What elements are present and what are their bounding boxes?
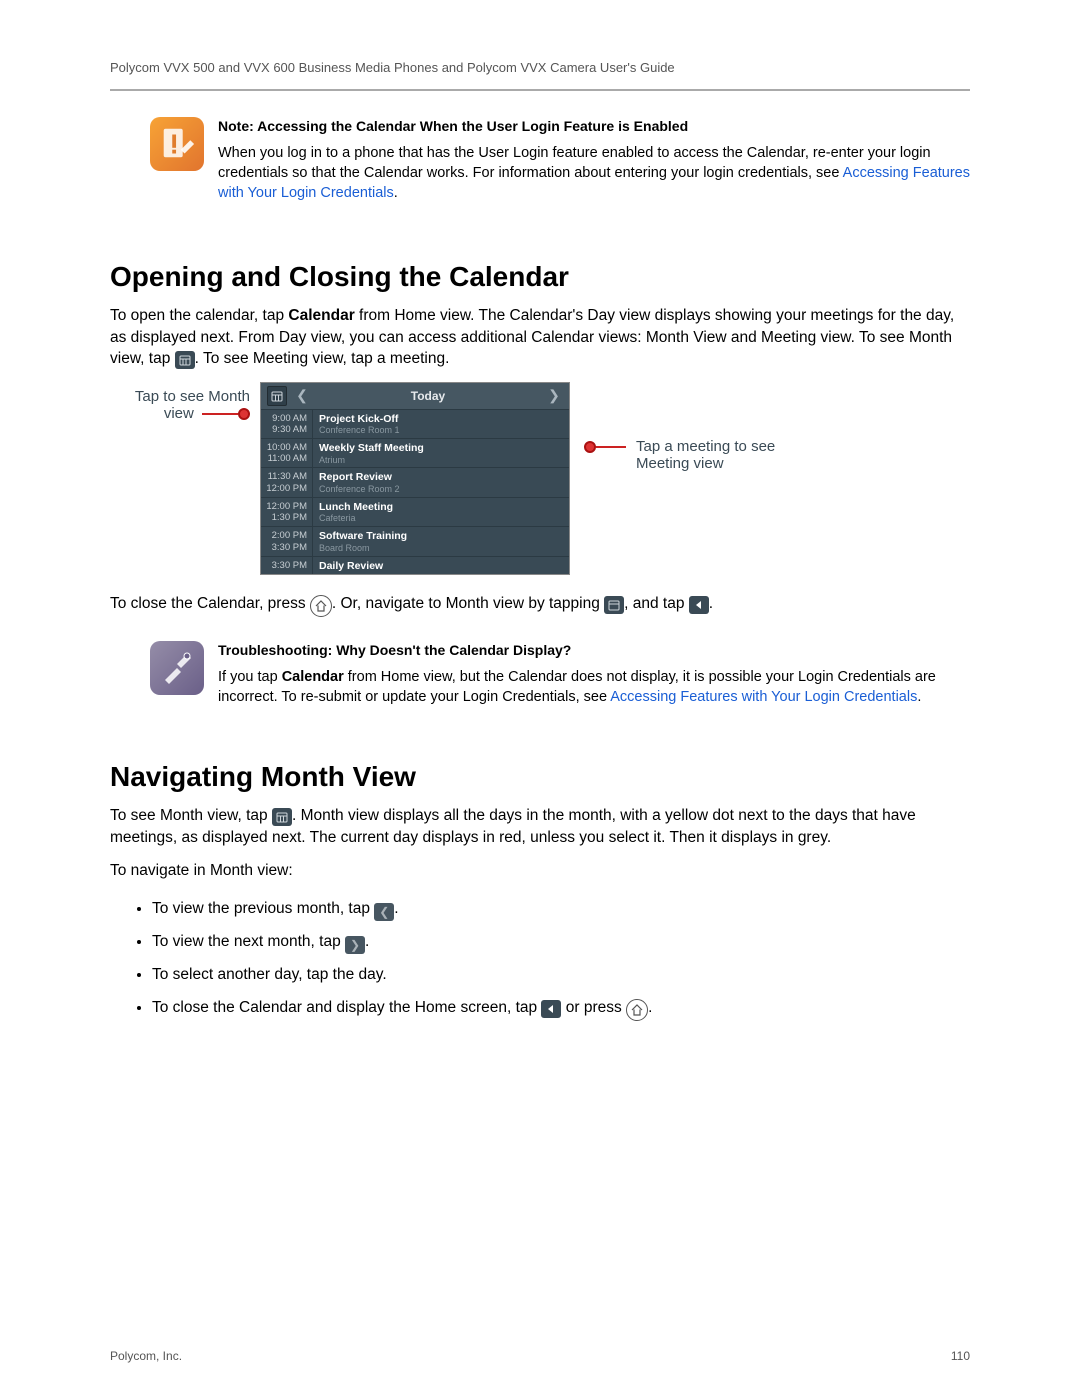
ev-end: 11:00 AM (261, 453, 307, 464)
ev-title: Daily Review (319, 560, 563, 573)
page-header-title: Polycom VVX 500 and VVX 600 Business Med… (110, 60, 970, 75)
close-pre: To close the Calendar, press (110, 595, 310, 612)
chevron-left-icon: ❮ (374, 903, 394, 921)
ev-loc: Atrium (319, 455, 563, 466)
ev-title: Weekly Staff Meeting (319, 442, 563, 455)
section-2-p1: To see Month view, tap . Month view disp… (110, 805, 970, 848)
list-item[interactable]: 12:00 PM1:30 PM Lunch MeetingCafeteria (261, 497, 569, 526)
right-callout-text: Tap a meeting to see Meeting view (636, 438, 816, 472)
next-day-icon[interactable]: ❯ (545, 387, 563, 404)
ev-start: 12:00 PM (261, 501, 307, 512)
list-item: To view the next month, tap ❯. (152, 926, 970, 957)
left-callout-text: Tap to see Month view (135, 388, 250, 422)
trouble-link[interactable]: Accessing Features with Your Login Crede… (610, 689, 917, 705)
note-warning-icon (150, 117, 204, 171)
ev-title: Lunch Meeting (319, 501, 563, 514)
home-icon (626, 999, 648, 1021)
note-block: Note: Accessing the Calendar When the Us… (110, 117, 970, 203)
note-body-post: . (394, 185, 398, 201)
s1-p1-post: . To see Meeting view, tap a meeting. (195, 350, 450, 367)
list-item: To view the previous month, tap ❮. (152, 893, 970, 924)
tools-icon (150, 641, 204, 695)
prev-day-icon[interactable]: ❮ (293, 387, 311, 404)
s1-p1-pre: To open the calendar, tap (110, 307, 288, 324)
ev-start: 11:30 AM (261, 471, 307, 482)
nav-intro: To navigate in Month view: (110, 860, 970, 881)
note-title: Note: Accessing the Calendar When the Us… (218, 117, 970, 137)
footer-left: Polycom, Inc. (110, 1349, 182, 1363)
ev-start: 2:00 PM (261, 530, 307, 541)
section-1-p1: To open the calendar, tap Calendar from … (110, 305, 970, 369)
section-1-closepara: To close the Calendar, press . Or, navig… (110, 593, 970, 617)
ev-start: 10:00 AM (261, 442, 307, 453)
ev-loc: Cafeteria (319, 513, 563, 524)
home-icon (310, 595, 332, 617)
shot-today-label: Today (317, 389, 539, 403)
ev-start: 3:30 PM (261, 560, 307, 571)
li1-post: . (394, 900, 398, 917)
ev-end: 1:30 PM (261, 512, 307, 523)
ev-title: Software Training (319, 530, 563, 543)
list-item[interactable]: 3:30 PM Daily Review (261, 556, 569, 575)
calendar-grid-icon (272, 808, 292, 826)
trouble-title: Troubleshooting: Why Doesn't the Calenda… (218, 641, 970, 661)
list-item[interactable]: 9:00 AM9:30 AM Project Kick-OffConferenc… (261, 409, 569, 438)
close-mid: . Or, navigate to Month view by tapping (332, 595, 604, 612)
ev-title: Project Kick-Off (319, 413, 563, 426)
note-text: Note: Accessing the Calendar When the Us… (218, 117, 970, 203)
back-arrow-icon (541, 1000, 561, 1018)
page-footer: Polycom, Inc. 110 (110, 1349, 970, 1363)
ev-start: 9:00 AM (261, 413, 307, 424)
calendar-grid-icon (604, 596, 624, 614)
shot-topbar: ❮ Today ❯ (261, 383, 569, 409)
close-post: . (709, 595, 713, 612)
back-arrow-icon (689, 596, 709, 614)
left-callout: Tap to see Month view (110, 388, 260, 422)
callout-dot-icon (584, 441, 596, 453)
month-view-icon[interactable] (267, 386, 287, 406)
section-2-heading: Navigating Month View (110, 761, 970, 793)
trouble-bold: Calendar (282, 669, 344, 685)
nav-list: To view the previous month, tap ❮. To vi… (152, 893, 970, 1023)
ev-end: 9:30 AM (261, 424, 307, 435)
calendar-screenshot-diagram: Tap to see Month view ❮ Today ❯ 9:00 AM9… (110, 382, 970, 576)
note-body-pre: When you log in to a phone that has the … (218, 145, 931, 181)
calendar-day-view-screenshot: ❮ Today ❯ 9:00 AM9:30 AM Project Kick-Of… (260, 382, 570, 576)
page-number: 110 (951, 1349, 970, 1363)
ev-loc: Conference Room 1 (319, 425, 563, 436)
li4-post: . (648, 999, 652, 1016)
chevron-right-icon: ❯ (345, 936, 365, 954)
ev-title: Report Review (319, 471, 563, 484)
li2-post: . (365, 933, 369, 950)
callout-dot-icon (238, 408, 250, 420)
section-1-heading: Opening and Closing the Calendar (110, 261, 970, 293)
ev-end: 3:30 PM (261, 542, 307, 553)
list-item[interactable]: 10:00 AM11:00 AM Weekly Staff MeetingAtr… (261, 438, 569, 467)
ev-loc: Board Room (319, 543, 563, 554)
trouble-pre: If you tap (218, 669, 282, 685)
calendar-grid-icon (175, 351, 195, 369)
list-item: To close the Calendar and display the Ho… (152, 992, 970, 1023)
li2-pre: To view the next month, tap (152, 933, 345, 950)
li1-pre: To view the previous month, tap (152, 900, 374, 917)
list-item[interactable]: 11:30 AM12:00 PM Report ReviewConference… (261, 467, 569, 496)
s2-p1-pre: To see Month view, tap (110, 807, 272, 824)
trouble-text: Troubleshooting: Why Doesn't the Calenda… (218, 641, 970, 707)
ev-loc: Conference Room 2 (319, 484, 563, 495)
li4-mid: or press (561, 999, 626, 1016)
list-item[interactable]: 2:00 PM3:30 PM Software TrainingBoard Ro… (261, 526, 569, 555)
header-rule (110, 89, 970, 91)
list-item: To select another day, tap the day. (152, 959, 970, 990)
close-between: , and tap (624, 595, 689, 612)
right-callout: Tap a meeting to see Meeting view (584, 438, 816, 472)
trouble-post: . (917, 689, 921, 705)
li4-pre: To close the Calendar and display the Ho… (152, 999, 541, 1016)
ev-end: 12:00 PM (261, 483, 307, 494)
troubleshooting-block: Troubleshooting: Why Doesn't the Calenda… (110, 641, 970, 707)
s1-p1-bold: Calendar (288, 307, 354, 324)
